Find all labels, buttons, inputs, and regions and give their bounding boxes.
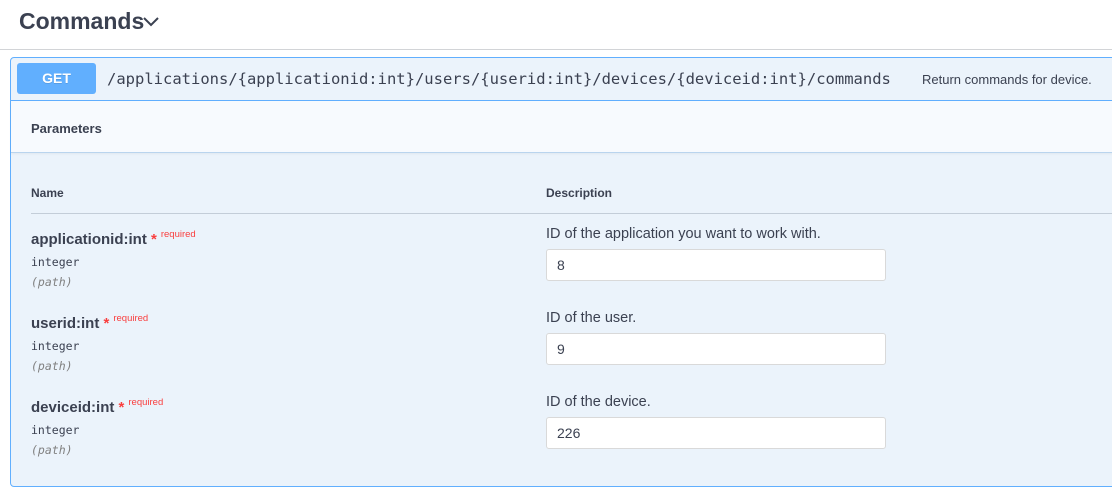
param-name-text: userid:int [31, 315, 100, 332]
param-location: (path) [31, 443, 73, 457]
operation-summary[interactable]: GET /applications/{applicationid:int}/us… [11, 58, 1112, 101]
operation-path: /applications/{applicationid:int}/users/… [107, 70, 891, 88]
column-header-description: Description [546, 186, 613, 200]
param-description: ID of the application you want to work w… [546, 226, 821, 242]
section-title[interactable]: Commands [19, 8, 144, 35]
parameters-header: Parameters [11, 101, 1112, 153]
param-name: applicationid:int * required [31, 229, 196, 248]
method-badge: GET [17, 63, 96, 94]
applicationid-input[interactable] [546, 249, 886, 281]
required-star: * [118, 399, 125, 416]
param-type: integer [31, 255, 80, 269]
param-name: deviceid:int * required [31, 397, 163, 416]
param-location: (path) [31, 275, 73, 289]
required-label: required [160, 229, 196, 240]
required-star: * [151, 231, 157, 248]
param-description: ID of the device. [546, 394, 651, 410]
param-type: integer [31, 339, 80, 353]
required-star: * [103, 315, 110, 332]
operation-summary-text: Return commands for device. [922, 72, 1092, 87]
param-description: ID of the user. [546, 310, 637, 326]
param-name: userid:int * required [31, 313, 148, 332]
section-header: Commands [0, 0, 1112, 50]
parameters-title: Parameters [31, 121, 102, 136]
param-location: (path) [31, 359, 73, 373]
deviceid-input[interactable] [546, 417, 886, 449]
param-type: integer [31, 423, 80, 437]
operation-block: GET /applications/{applicationid:int}/us… [10, 57, 1112, 487]
required-label: required [128, 397, 164, 408]
param-name-text: deviceid:int [31, 399, 115, 416]
required-label: required [113, 313, 149, 324]
header-divider [31, 213, 1112, 214]
userid-input[interactable] [546, 333, 886, 365]
column-header-name: Name [31, 186, 64, 200]
param-name-text: applicationid:int [31, 231, 147, 248]
chevron-down-icon[interactable] [142, 14, 160, 28]
